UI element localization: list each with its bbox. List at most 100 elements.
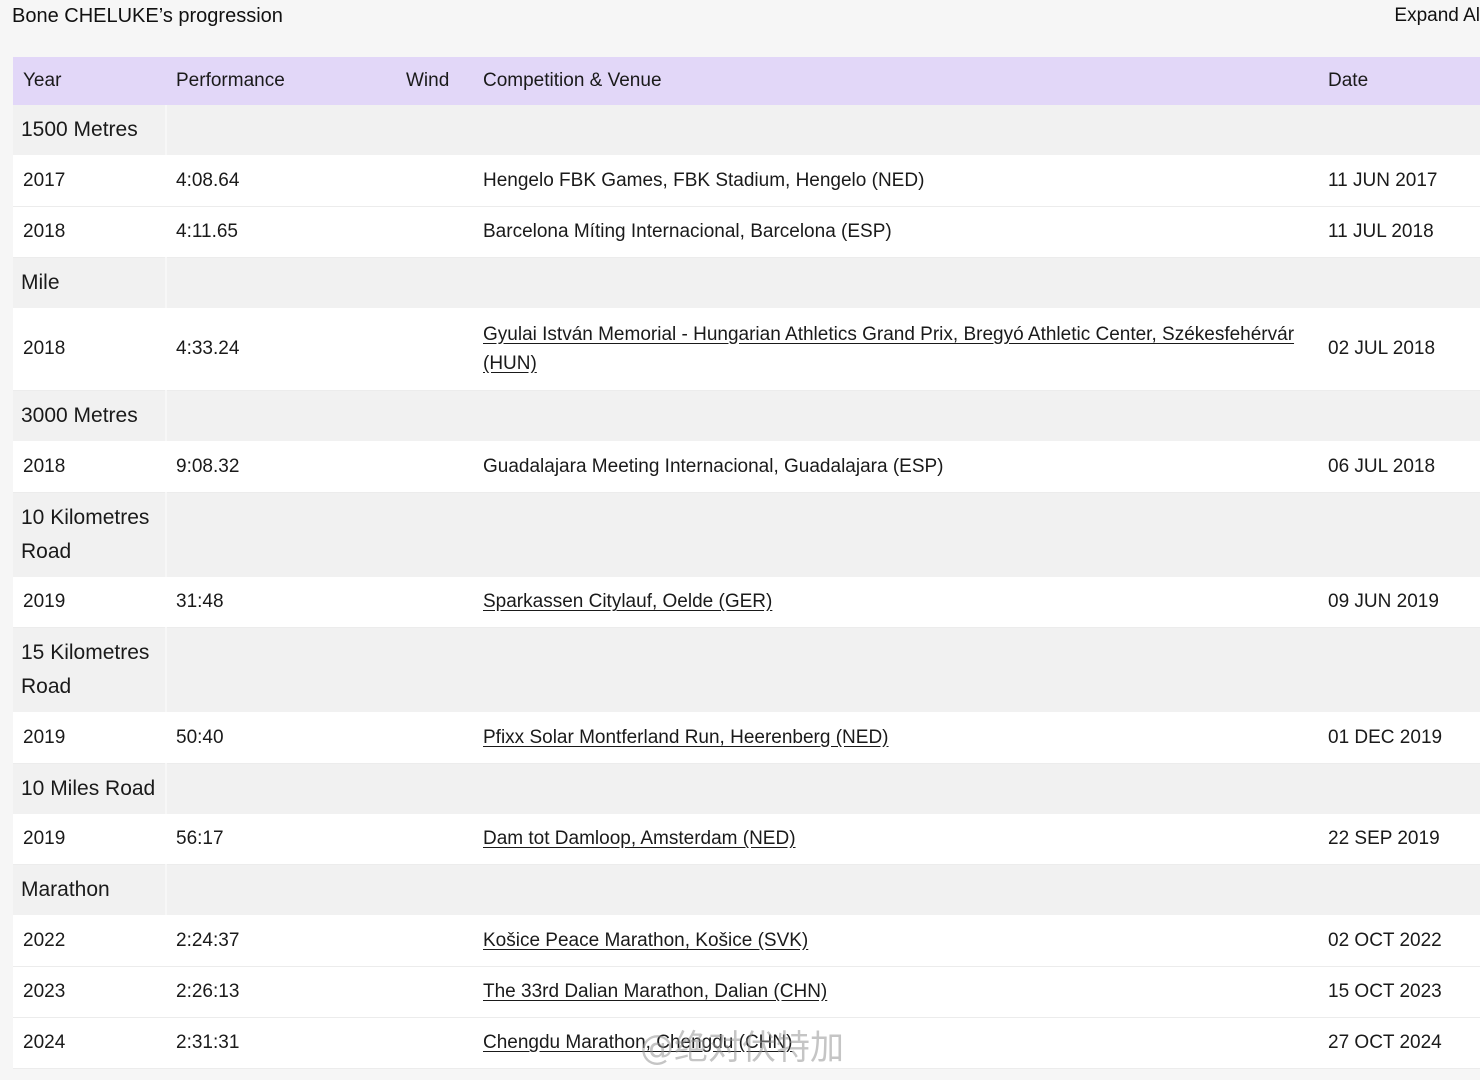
wind-cell <box>396 712 473 764</box>
column-header-competition-venue: Competition & Venue <box>483 70 662 91</box>
venue-cell: Hengelo FBK Games, FBK Stadium, Hengelo … <box>473 155 1318 207</box>
table-row: 2019 31:48 Sparkassen Citylauf, Oelde (GER… <box>13 576 1480 628</box>
date-cell: 09 JUN 2019 <box>1318 576 1480 628</box>
performance-cell: 50:40 <box>166 712 396 764</box>
year-cell: 2019 <box>13 576 166 628</box>
column-header-wind: Wind <box>406 70 450 91</box>
column-header-year: Year <box>23 70 62 91</box>
venue-cell: Pfixx Solar Montferland Run, Heerenberg … <box>473 712 1318 764</box>
event-group-row: Mile <box>13 257 1480 308</box>
performance-cell: 2:24:37 <box>166 915 396 967</box>
venue-cell: Sparkassen Citylauf, Oelde (GER) <box>473 576 1318 628</box>
event-group-row: 1500 Metres <box>13 105 1480 155</box>
date-cell: 06 JUL 2018 <box>1318 441 1480 493</box>
year-cell: 2022 <box>13 915 166 967</box>
venue-text: Hengelo FBK Games, FBK Stadium, Hengelo … <box>483 169 925 191</box>
year-cell: 2018 <box>13 206 166 258</box>
event-group-filler <box>166 864 1480 915</box>
table-row: 2018 9:08.32 Guadalajara Meeting Internaci… <box>13 441 1480 493</box>
venue-link[interactable]: Pfixx Solar Montferland Run, Heerenberg … <box>483 727 889 748</box>
venue-link[interactable]: Košice Peace Marathon, Košice (SVK) <box>483 930 808 951</box>
table-header-row: Year Performance Wind Competition & Venu… <box>13 57 1480 105</box>
performance-cell: 2:31:31 <box>166 1017 396 1069</box>
event-group-filler <box>166 390 1480 441</box>
event-group-filler <box>166 627 1480 712</box>
event-group-label: Mile <box>13 257 167 308</box>
event-group-filler <box>166 257 1480 308</box>
table-row: 2018 4:11.65 Barcelona Míting Internaciona… <box>13 206 1480 258</box>
event-group-label: 10 Kilometres Road <box>13 492 167 577</box>
year-cell: 2024 <box>13 1017 166 1069</box>
date-cell: 11 JUL 2018 <box>1318 206 1480 258</box>
table-row: 2024 2:31:31 Chengdu Marathon, Chengdu (CH… <box>13 1017 1480 1069</box>
wind-cell <box>396 206 473 258</box>
venue-link[interactable]: Dam tot Damloop, Amsterdam (NED) <box>483 828 796 849</box>
expand-all-button[interactable]: Expand Al <box>1394 5 1480 27</box>
performance-cell: 56:17 <box>166 813 396 865</box>
venue-cell: Barcelona Míting Internacional, Barcelon… <box>473 206 1318 258</box>
date-cell: 27 OCT 2024 <box>1318 1017 1480 1069</box>
table-row: 2017 4:08.64 Hengelo FBK Games, FBK Stadiu… <box>13 155 1480 207</box>
date-cell: 11 JUN 2017 <box>1318 155 1480 207</box>
venue-link[interactable]: Sparkassen Citylauf, Oelde (GER) <box>483 591 772 612</box>
event-group-label: 1500 Metres <box>13 105 167 155</box>
column-header-performance: Performance <box>176 70 285 91</box>
progression-table-wrapper: Year Performance Wind Competition & Venu… <box>13 57 1480 1069</box>
venue-cell: Guadalajara Meeting Internacional, Guada… <box>473 441 1318 493</box>
performance-cell: 9:08.32 <box>166 441 396 493</box>
wind-cell <box>396 441 473 493</box>
section-header: Bone CHELUKE’s progression Expand Al <box>0 0 1480 36</box>
event-group-filler <box>166 492 1480 577</box>
venue-cell: Košice Peace Marathon, Košice (SVK) <box>473 915 1318 967</box>
date-cell: 15 OCT 2023 <box>1318 966 1480 1018</box>
venue-link[interactable]: Gyulai István Memorial - Hungarian Athle… <box>483 324 1294 374</box>
venue-cell: Chengdu Marathon, Chengdu (CHN) <box>473 1017 1318 1069</box>
event-group-label: 3000 Metres <box>13 390 167 441</box>
event-group-label: 10 Miles Road <box>13 763 167 814</box>
date-cell: 02 JUL 2018 <box>1318 307 1480 391</box>
progression-page: Bone CHELUKE’s progression Expand Al Yea… <box>0 0 1480 1080</box>
table-row: 2018 4:33.24 Gyulai István Memorial - Hung… <box>13 307 1480 391</box>
wind-cell <box>396 1017 473 1069</box>
wind-cell <box>396 576 473 628</box>
page-title: Bone CHELUKE’s progression <box>12 5 283 27</box>
event-group-row: 10 Miles Road <box>13 763 1480 814</box>
event-group-row: Marathon <box>13 864 1480 915</box>
venue-link[interactable]: Chengdu Marathon, Chengdu (CHN) <box>483 1032 792 1053</box>
wind-cell <box>396 813 473 865</box>
wind-cell <box>396 307 473 391</box>
venue-cell: Gyulai István Memorial - Hungarian Athle… <box>473 307 1318 391</box>
table-row: 2019 50:40 Pfixx Solar Montferland Run, He… <box>13 712 1480 764</box>
column-header-date: Date <box>1328 70 1369 91</box>
table-row: 2023 2:26:13 The 33rd Dalian Marathon, Dal… <box>13 966 1480 1018</box>
event-group-filler <box>166 763 1480 814</box>
event-group-filler <box>166 105 1480 155</box>
year-cell: 2023 <box>13 966 166 1018</box>
date-cell: 02 OCT 2022 <box>1318 915 1480 967</box>
wind-cell <box>396 155 473 207</box>
date-cell: 01 DEC 2019 <box>1318 712 1480 764</box>
event-group-row: 10 Kilometres Road <box>13 492 1480 577</box>
performance-cell: 4:11.65 <box>166 206 396 258</box>
venue-cell: Dam tot Damloop, Amsterdam (NED) <box>473 813 1318 865</box>
performance-cell: 2:26:13 <box>166 966 396 1018</box>
venue-cell: The 33rd Dalian Marathon, Dalian (CHN) <box>473 966 1318 1018</box>
year-cell: 2018 <box>13 441 166 493</box>
performance-cell: 4:08.64 <box>166 155 396 207</box>
venue-link[interactable]: The 33rd Dalian Marathon, Dalian (CHN) <box>483 981 827 1002</box>
year-cell: 2018 <box>13 307 166 391</box>
event-group-row: 15 Kilometres Road <box>13 627 1480 712</box>
table-body: 1500 Metres 2017 4:08.64 Hengelo FBK Games,… <box>13 105 1480 1069</box>
table-row: 2022 2:24:37 Košice Peace Marathon, Košice… <box>13 915 1480 967</box>
event-group-row: 3000 Metres <box>13 390 1480 441</box>
wind-cell <box>396 966 473 1018</box>
table-row: 2019 56:17 Dam tot Damloop, Amsterdam (NED… <box>13 813 1480 865</box>
wind-cell <box>396 915 473 967</box>
progression-table: Year Performance Wind Competition & Venu… <box>13 57 1480 1069</box>
event-group-label: Marathon <box>13 864 167 915</box>
year-cell: 2017 <box>13 155 166 207</box>
performance-cell: 31:48 <box>166 576 396 628</box>
event-group-label: 15 Kilometres Road <box>13 627 167 712</box>
venue-text: Barcelona Míting Internacional, Barcelon… <box>483 221 892 242</box>
performance-cell: 4:33.24 <box>166 307 396 391</box>
